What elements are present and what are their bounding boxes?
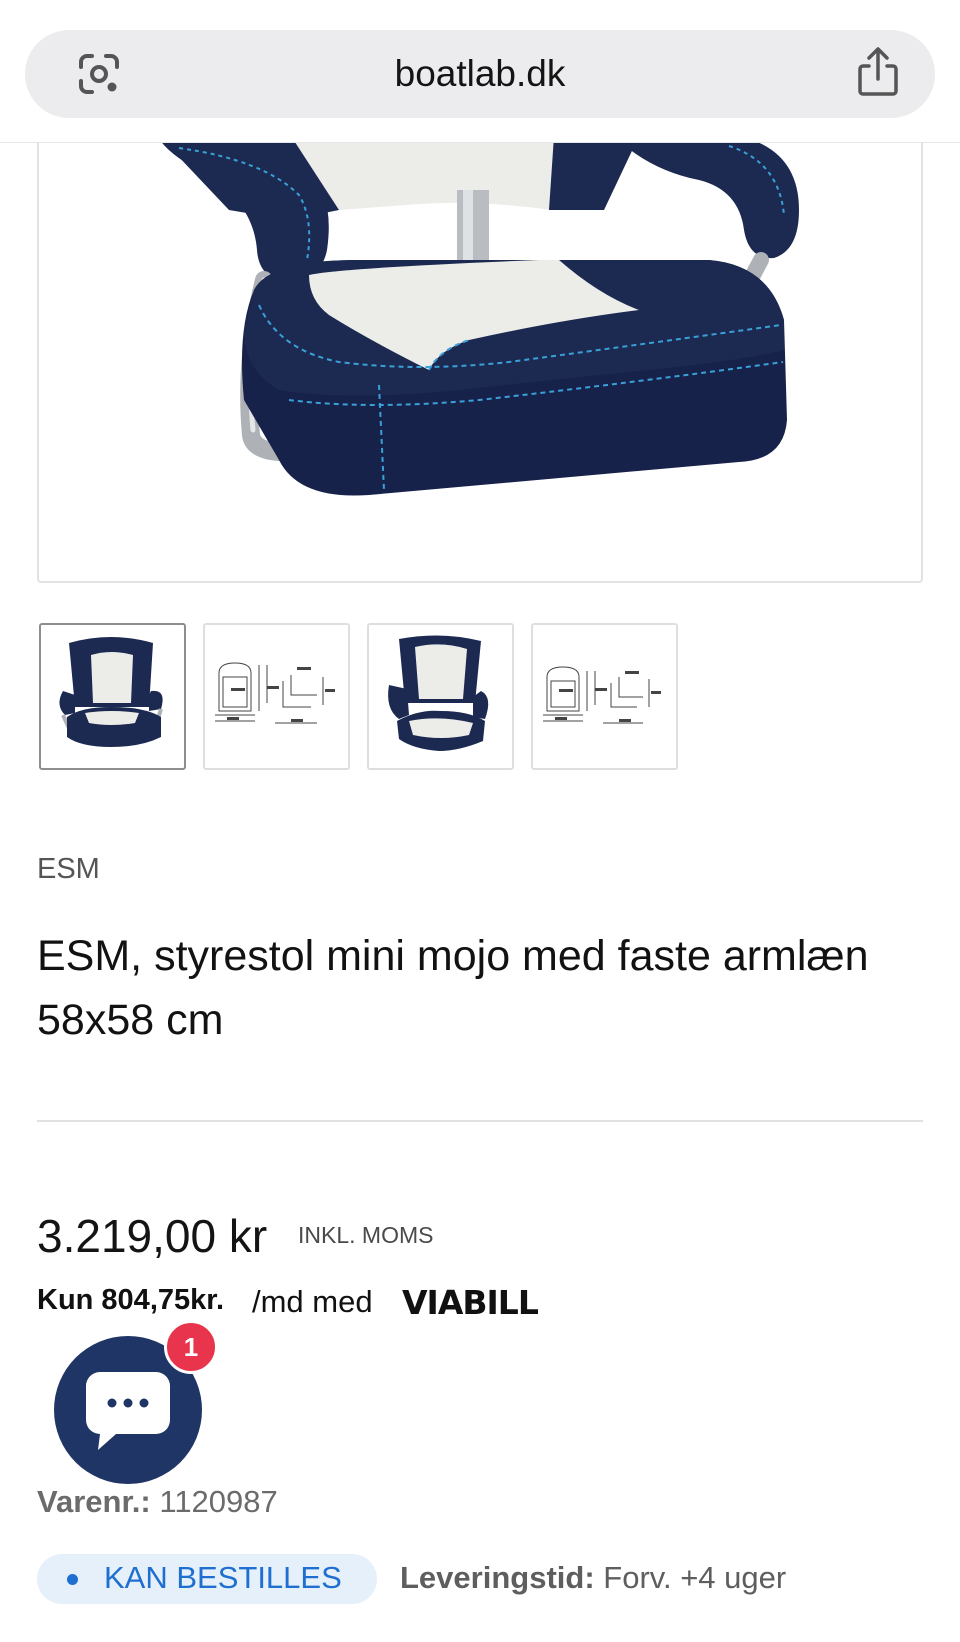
share-icon[interactable]	[855, 46, 901, 98]
seat-alt-thumbnail-image	[388, 635, 489, 751]
url-text[interactable]: boatlab.dk	[25, 30, 935, 118]
section-divider	[37, 1120, 923, 1122]
thumbnail-seat-photo[interactable]	[39, 623, 186, 770]
installment-amount: Kun 804,75kr.	[37, 1284, 224, 1316]
viabill-logo: VIABILL	[402, 1283, 540, 1322]
sku-label: Varenr.:	[37, 1484, 151, 1519]
boat-seat-image	[157, 136, 799, 496]
vat-label: INKL. MOMS	[298, 1222, 434, 1248]
dimension-drawing-alt-image	[543, 666, 661, 724]
product-main-image[interactable]	[37, 100, 923, 583]
thumbnail-seat-photo-alt[interactable]	[367, 623, 514, 770]
sku-line: Varenr.: 1120987	[37, 1484, 278, 1520]
product-brand[interactable]: ESM	[37, 853, 100, 886]
chat-bubble-icon	[86, 1372, 170, 1450]
stock-status-badge: KAN BESTILLES	[37, 1554, 377, 1604]
browser-toolbar: boatlab.dk	[0, 0, 960, 143]
svg-text:VIABILL: VIABILL	[402, 1283, 539, 1322]
delivery-value: Forv. +4 uger	[603, 1560, 787, 1595]
sku-value: 1120987	[159, 1484, 278, 1519]
delivery-time: Leveringstid: Forv. +4 uger	[400, 1560, 786, 1596]
status-dot-icon	[67, 1574, 78, 1585]
thumbnail-dimension-drawing[interactable]	[203, 623, 350, 770]
address-bar[interactable]: boatlab.dk	[25, 30, 935, 118]
product-price: 3.219,00 kr	[37, 1210, 268, 1262]
product-title: ESM, styrestol mini mojo med faste armlæ…	[37, 932, 869, 1044]
thumbnail-dimension-drawing-alt[interactable]	[531, 623, 678, 770]
chat-unread-badge: 1	[164, 1320, 218, 1374]
dimension-drawing-image	[215, 662, 335, 724]
stock-status-text: KAN BESTILLES	[104, 1560, 342, 1595]
delivery-label: Leveringstid:	[400, 1560, 595, 1595]
installment-suffix: /md med	[252, 1284, 373, 1319]
seat-thumbnail-image	[59, 637, 163, 747]
